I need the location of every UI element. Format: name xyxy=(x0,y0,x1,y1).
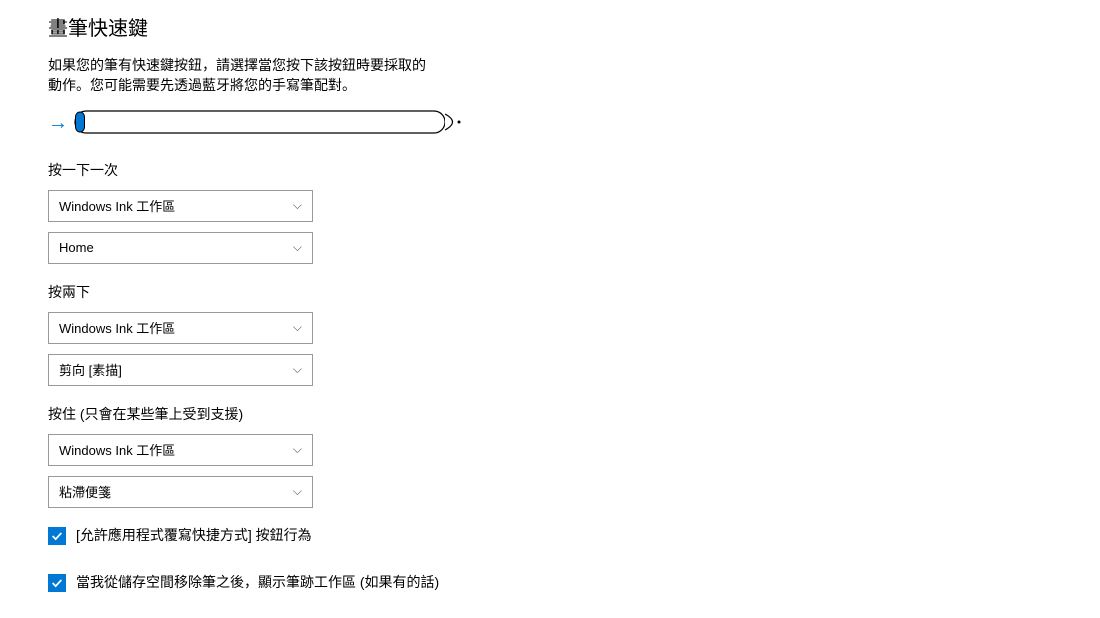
show-ink-workspace-label: 當我從儲存空間移除筆之後，顯示筆跡工作區 (如果有的話) xyxy=(76,573,439,593)
press-hold-dropdown-2[interactable]: 粘滯便箋 ⌵ xyxy=(48,476,313,508)
single-click-dropdown-1[interactable]: Windows Ink 工作區 ⌵ xyxy=(48,190,313,222)
single-click-group: 按一下一次 Windows Ink 工作區 ⌵ Home ⌵ xyxy=(48,160,1100,264)
allow-override-checkbox-row[interactable]: [允許應用程式覆寫快捷方式] 按鈕行為 xyxy=(48,526,468,546)
dropdown-value: Windows Ink 工作區 xyxy=(59,196,175,215)
dropdown-value: Windows Ink 工作區 xyxy=(59,440,175,459)
allow-override-label: [允許應用程式覆寫快捷方式] 按鈕行為 xyxy=(76,526,312,546)
chevron-down-icon: ⌵ xyxy=(293,484,302,499)
double-click-dropdown-1[interactable]: Windows Ink 工作區 ⌵ xyxy=(48,312,313,344)
dropdown-value: 粘滯便箋 xyxy=(59,482,111,501)
single-click-dropdown-2[interactable]: Home ⌵ xyxy=(48,232,313,264)
dropdown-value: 剪向 [素描] xyxy=(59,360,122,379)
double-click-group: 按兩下 Windows Ink 工作區 ⌵ 剪向 [素描] ⌵ xyxy=(48,282,1100,386)
page-title: 畫筆快速鍵 xyxy=(48,12,1100,41)
chevron-down-icon: ⌵ xyxy=(293,240,302,255)
pen-icon xyxy=(74,110,464,136)
checkbox-checked-icon xyxy=(48,574,66,592)
press-hold-label: 按住 (只會在某些筆上受到支援) xyxy=(48,404,1100,424)
chevron-down-icon: ⌵ xyxy=(293,442,302,457)
dropdown-value: Windows Ink 工作區 xyxy=(59,318,175,337)
checkbox-checked-icon xyxy=(48,527,66,545)
show-ink-workspace-checkbox-row[interactable]: 當我從儲存空間移除筆之後，顯示筆跡工作區 (如果有的話) xyxy=(48,573,468,593)
single-click-label: 按一下一次 xyxy=(48,160,1100,180)
dropdown-value: Home xyxy=(59,240,94,255)
press-hold-dropdown-1[interactable]: Windows Ink 工作區 ⌵ xyxy=(48,434,313,466)
double-click-label: 按兩下 xyxy=(48,282,1100,302)
press-hold-group: 按住 (只會在某些筆上受到支援) Windows Ink 工作區 ⌵ 粘滯便箋 … xyxy=(48,404,1100,508)
chevron-down-icon: ⌵ xyxy=(293,320,302,335)
double-click-dropdown-2[interactable]: 剪向 [素描] ⌵ xyxy=(48,354,313,386)
arrow-right-icon: → xyxy=(48,113,68,133)
chevron-down-icon: ⌵ xyxy=(293,198,302,213)
chevron-down-icon: ⌵ xyxy=(293,362,302,377)
page-description: 如果您的筆有快速鍵按鈕，請選擇當您按下該按鈕時要採取的動作。您可能需要先透過藍牙… xyxy=(48,55,428,96)
pen-illustration-row: → xyxy=(48,110,1100,136)
